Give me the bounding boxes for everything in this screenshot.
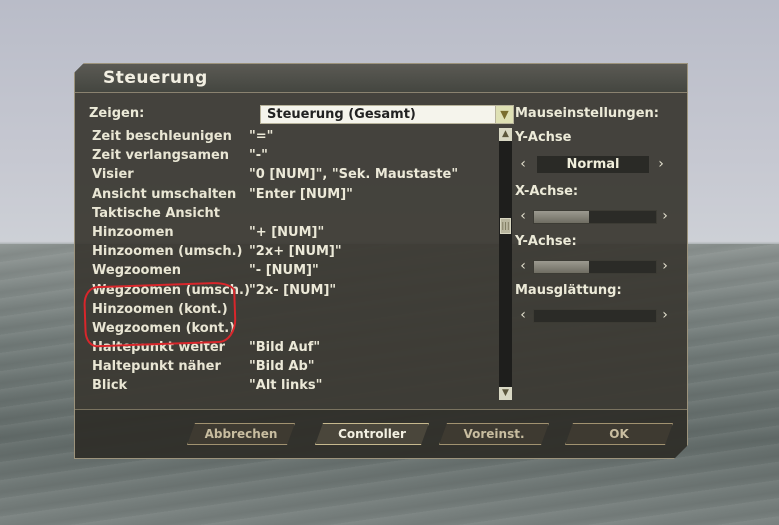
y-axis-invert-label: Y-Achse	[515, 130, 572, 145]
binding-key: "Enter [NUM]"	[249, 186, 353, 202]
chevron-left-icon[interactable]: ‹	[517, 307, 529, 323]
scrollbar-thumb[interactable]: |||	[500, 218, 511, 234]
binding-action: Haltepunkt näher	[92, 359, 221, 375]
chevron-left-icon[interactable]: ‹	[517, 208, 529, 224]
mouse-smoothing-slider[interactable]	[533, 309, 657, 323]
chevron-right-icon[interactable]: ›	[659, 208, 671, 224]
binding-key: "- [NUM]"	[249, 263, 319, 279]
filter-label: Zeigen:	[89, 106, 145, 121]
controller-button[interactable]: Controller	[315, 423, 429, 445]
binding-key: "Alt links"	[249, 378, 323, 394]
chevron-left-icon[interactable]: ‹	[517, 258, 529, 274]
binding-key: "2x+ [NUM]"	[249, 244, 342, 260]
binding-row[interactable]: Zeit verlangsamen "-"	[92, 147, 492, 166]
binding-row[interactable]: Ansicht umschalten "Enter [NUM]"	[92, 186, 492, 205]
binding-row[interactable]: Wegzoomen "- [NUM]"	[92, 262, 492, 281]
filter-value: Steuerung (Gesamt)	[267, 107, 416, 122]
filter-dropdown[interactable]: Steuerung (Gesamt) ▼	[260, 105, 514, 124]
chevron-up-icon[interactable]: ▲	[499, 128, 512, 141]
cancel-button[interactable]: Abbrechen	[187, 423, 295, 445]
dialog-title: Steuerung	[103, 68, 208, 88]
mouse-smoothing-label: Mausglättung:	[515, 283, 622, 298]
y-axis-invert-value: Normal	[537, 156, 649, 173]
binding-action: Hinzoomen (umsch.)	[92, 244, 243, 260]
key-binding-list: Zeit beschleunigen "=" Zeit verlangsamen "-…	[92, 128, 492, 400]
binding-row[interactable]: Hinzoomen "+ [NUM]"	[92, 224, 492, 243]
binding-row[interactable]: Zeit beschleunigen "="	[92, 128, 492, 147]
binding-row[interactable]: Taktische Ansicht	[92, 205, 492, 224]
title-bar: Steuerung	[75, 64, 687, 93]
binding-action: Blick	[92, 378, 128, 394]
chevron-right-icon[interactable]: ›	[655, 156, 667, 172]
binding-key: "Bild Auf"	[249, 340, 321, 356]
binding-key: "2x- [NUM]"	[249, 282, 337, 298]
chevron-down-icon[interactable]: ▼	[495, 106, 513, 123]
binding-action: Wegzoomen	[92, 263, 182, 279]
y-axis-slider-fill	[534, 261, 589, 273]
y-axis-sensitivity-slider[interactable]	[533, 260, 657, 274]
binding-action: Zeit beschleunigen	[92, 129, 232, 144]
defaults-button[interactable]: Voreinst.	[439, 423, 549, 445]
binding-key: "0 [NUM]", "Sek. Maustaste"	[249, 167, 459, 183]
binding-key: "-"	[249, 148, 268, 164]
red-highlight-annotation	[82, 281, 238, 348]
mouse-settings-heading: Mauseinstellungen:	[515, 106, 659, 121]
binding-key: "="	[249, 129, 274, 144]
binding-action: Hinzoomen	[92, 224, 174, 240]
chevron-right-icon[interactable]: ›	[659, 307, 671, 323]
binding-action: Ansicht umschalten	[92, 186, 237, 202]
y-axis-sensitivity-label: Y-Achse:	[515, 234, 577, 249]
x-axis-sensitivity-slider[interactable]	[533, 210, 657, 224]
x-axis-sensitivity-label: X-Achse:	[515, 184, 579, 199]
controls-dialog: Steuerung Zeigen: Steuerung (Gesamt) ▼ Z…	[74, 63, 688, 459]
chevron-down-icon[interactable]: ▼	[499, 387, 512, 400]
binding-action: Taktische Ansicht	[92, 205, 221, 221]
bindings-panel: Zeigen: Steuerung (Gesamt) ▼ Zeit beschl…	[85, 102, 505, 407]
chevron-left-icon[interactable]: ‹	[517, 156, 529, 172]
binding-key: "Bild Ab"	[249, 359, 315, 375]
binding-action: Visier	[92, 167, 134, 183]
binding-list-scrollbar[interactable]: ▲ ||| ▼	[499, 128, 512, 400]
binding-row[interactable]: Haltepunkt näher "Bild Ab"	[92, 358, 492, 377]
binding-row[interactable]: Hinzoomen (umsch.) "2x+ [NUM]"	[92, 243, 492, 262]
dialog-footer: Abbrechen Controller Voreinst. OK	[75, 410, 687, 458]
binding-action: Zeit verlangsamen	[92, 148, 230, 164]
ok-button[interactable]: OK	[565, 423, 673, 445]
binding-row[interactable]: Visier "0 [NUM]", "Sek. Maustaste"	[92, 166, 492, 185]
binding-row[interactable]: Blick "Alt links"	[92, 377, 492, 396]
mouse-settings-panel: Mauseinstellungen: Y-Achse ‹ Normal › X-…	[513, 102, 673, 362]
x-axis-slider-fill	[534, 211, 589, 223]
binding-key: "+ [NUM]"	[249, 224, 325, 240]
chevron-right-icon[interactable]: ›	[659, 258, 671, 274]
